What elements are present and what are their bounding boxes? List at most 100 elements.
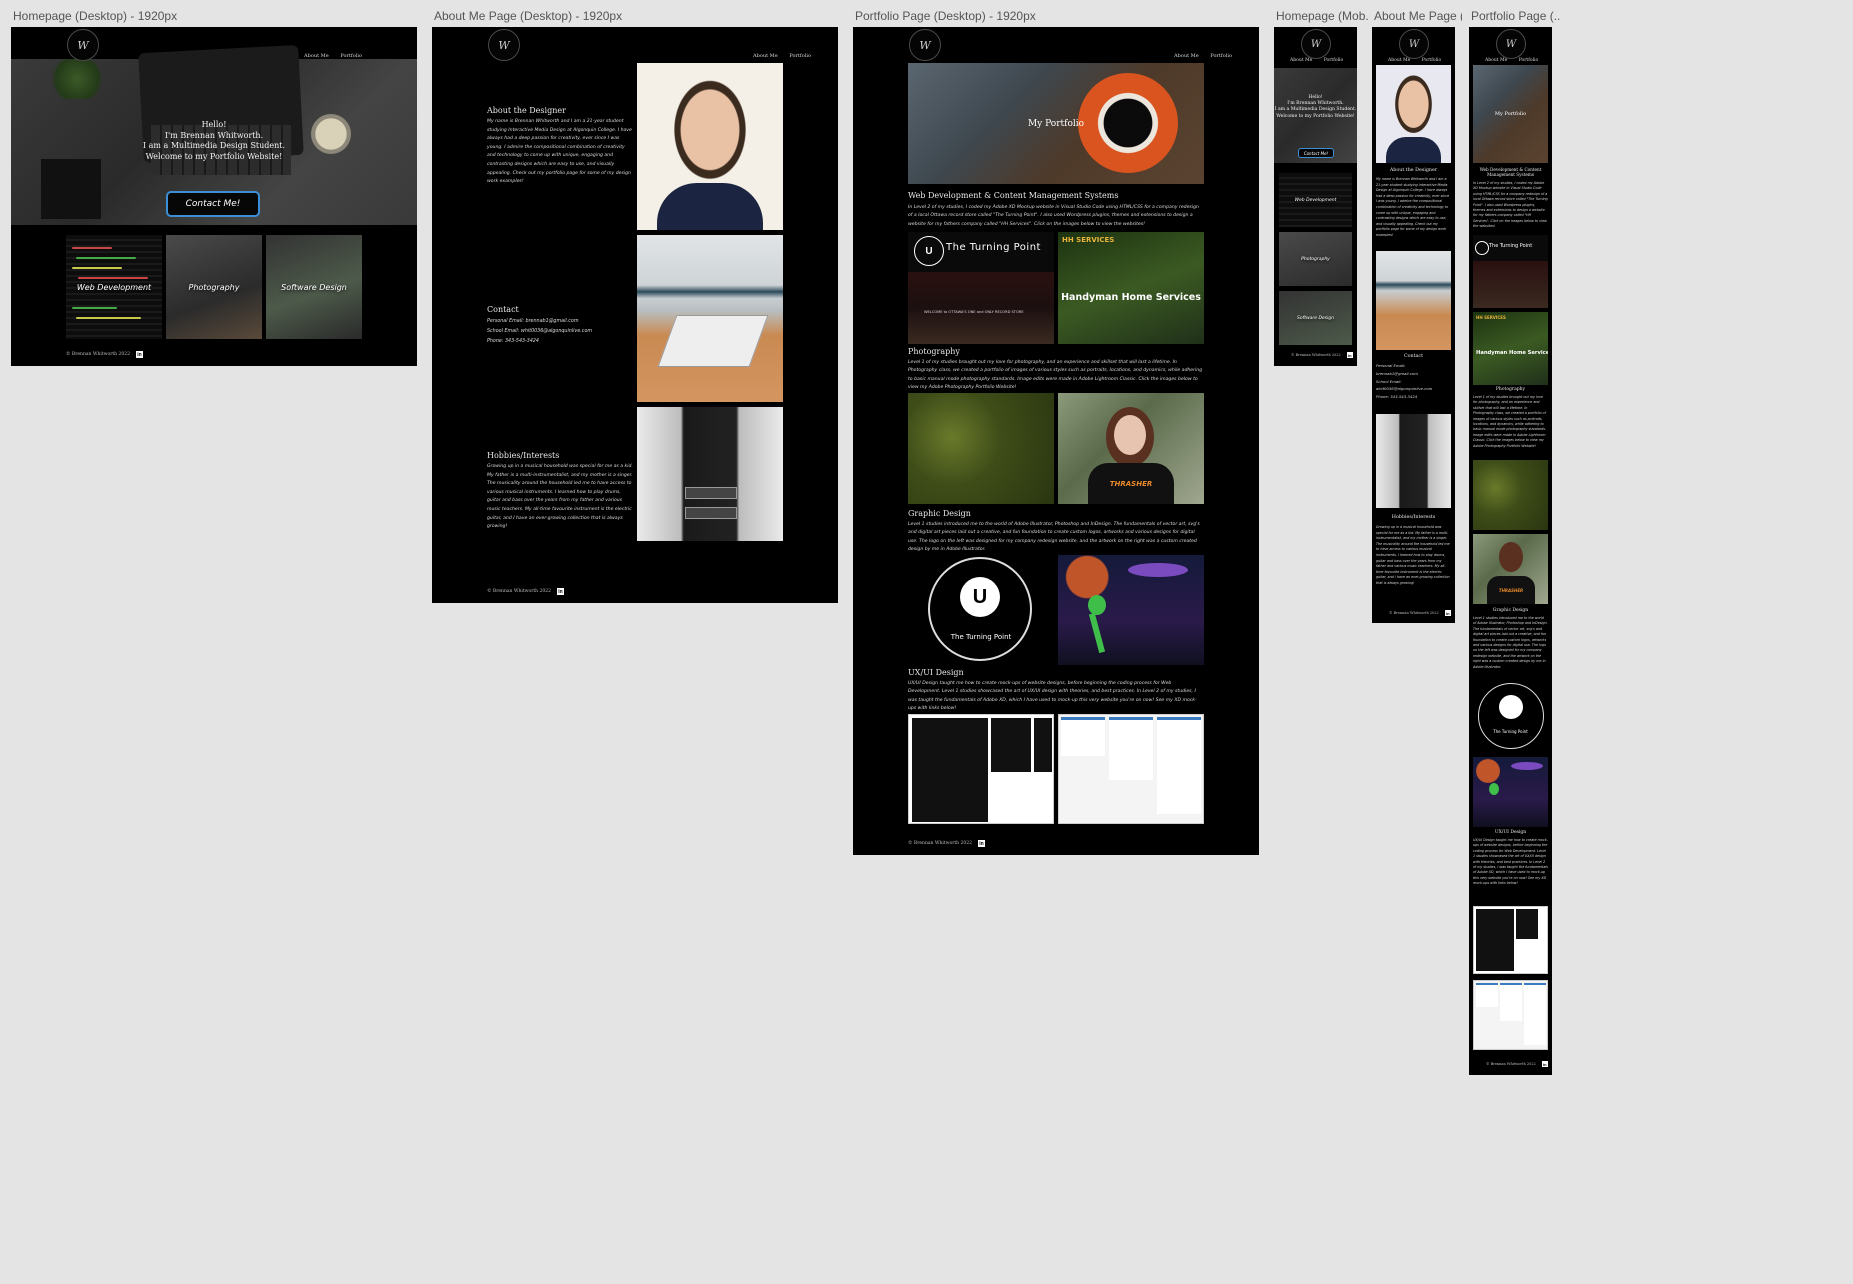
frame-label-portfolio-mobile[interactable]: Portfolio Page (... — [1471, 9, 1561, 23]
shirt-text: THRASHER — [1498, 587, 1524, 593]
turning-point-logo-artwork[interactable]: U The Turning Point — [908, 555, 1054, 665]
foliage-photo[interactable] — [1473, 460, 1548, 530]
notebook-image — [41, 159, 101, 219]
footer-copyright: © Brennan Whitworth 2022 — [1486, 1062, 1536, 1066]
contact-info: Personal Email: brennab1@gmail.com Schoo… — [1376, 362, 1454, 401]
about-mobile-frame: W About Me Portfolio About the Designer … — [1372, 27, 1455, 623]
frame-label-about-mobile[interactable]: About Me Page (... — [1374, 9, 1462, 23]
tile-label: Software Design — [281, 282, 347, 292]
contact-email-personal[interactable]: brennab1@gmail.com — [1376, 370, 1454, 378]
photography-text: Level 1 of my studies brought out my lov… — [1473, 395, 1547, 448]
nav-about[interactable]: About Me — [753, 53, 778, 59]
tile-label: Photography — [1301, 256, 1330, 262]
nav-about[interactable]: About Me — [1174, 53, 1199, 59]
xd-wireframes-thumbnail[interactable] — [1058, 714, 1204, 824]
footer: © Brennan Whitworth 2022 in — [1486, 1061, 1548, 1067]
hero-line: Hello! — [201, 120, 227, 129]
portrait-photo — [1376, 65, 1451, 163]
contact-email-personal[interactable]: Personal Email: brennab1@gmail.com — [487, 317, 633, 327]
nav-portfolio[interactable]: Portfolio — [1422, 58, 1441, 63]
nav-portfolio[interactable]: Portfolio — [789, 53, 811, 59]
photography-text: Level 1 of my studies brought out my lov… — [908, 360, 1203, 391]
portfolio-desktop-frame: W About Me Portfolio My Portfolio Web De… — [853, 27, 1259, 855]
hobbies-heading: Hobbies/Interests — [487, 451, 560, 460]
tile-web-development[interactable]: Web Development — [1279, 173, 1352, 227]
about-designer-heading: About the Designer — [1389, 168, 1438, 173]
logo-icon[interactable]: W — [1496, 29, 1526, 59]
shirt-text: THRASHER — [1109, 480, 1153, 488]
xd-desktop-mockups-thumbnail[interactable] — [1473, 906, 1548, 974]
turning-point-site-thumbnail[interactable]: U The Turning Point WELCOME to OTTAWA'S … — [908, 232, 1054, 344]
nav-portfolio[interactable]: Portfolio — [1519, 58, 1538, 63]
tile-software-design[interactable]: Software Design — [266, 235, 362, 339]
footer-copyright: © Brennan Whitworth 2022 — [66, 352, 130, 357]
hh-badge: HH SERVICES — [1062, 236, 1115, 244]
nav-about[interactable]: About Me — [1290, 58, 1312, 63]
hero-text: Hello! I'm Brennan Whitworth. I am a Mul… — [11, 120, 417, 162]
frame-label-portfolio-desktop[interactable]: Portfolio Page (Desktop) - 1920px — [855, 9, 1255, 23]
web-dev-heading: Web Development & Content Management Sys… — [1479, 167, 1542, 178]
hh-services-site-thumbnail[interactable]: HH SERVICES Handyman Home Services — [1058, 232, 1204, 344]
linkedin-icon[interactable]: in — [1444, 610, 1451, 616]
top-nav: About Me Portfolio — [1475, 58, 1538, 63]
frame-label-homepage-desktop[interactable]: Homepage (Desktop) - 1920px — [13, 9, 413, 23]
portrait-thrasher-photo[interactable]: THRASHER — [1058, 393, 1204, 504]
contact-phone: Phone: 343-543-3424 — [487, 339, 539, 344]
linkedin-icon[interactable]: in — [1541, 1061, 1548, 1067]
portfolio-hero-title: My Portfolio — [1494, 111, 1527, 117]
logo-icon[interactable]: W — [909, 29, 941, 61]
nav-about[interactable]: About Me — [304, 53, 329, 59]
contact-label: School Email: — [1376, 378, 1402, 384]
frame-label-homepage-mobile[interactable]: Homepage (Mob... — [1276, 9, 1368, 23]
graphic-design-text: Level 1 studies introduced me to the wor… — [908, 522, 1200, 553]
about-desktop-frame: W About Me Portfolio About the Designer … — [432, 27, 838, 603]
portfolio-hero-image: My Portfolio — [1473, 65, 1548, 163]
contact-me-button[interactable]: Contact Me! — [1298, 148, 1334, 158]
xd-wireframes-thumbnail[interactable] — [1473, 980, 1548, 1050]
logo-icon[interactable]: W — [1301, 29, 1331, 59]
nav-portfolio[interactable]: Portfolio — [1324, 58, 1343, 63]
turning-point-site-thumbnail[interactable]: The Turning Point — [1473, 235, 1548, 308]
xd-desktop-mockups-thumbnail[interactable] — [908, 714, 1054, 824]
contact-me-button[interactable]: Contact Me! — [166, 191, 260, 217]
tile-software-design[interactable]: Software Design — [1279, 291, 1352, 345]
tile-photography[interactable]: Photography — [1279, 232, 1352, 286]
hh-services-site-thumbnail[interactable]: HH SERVICES Handyman Home Services — [1473, 312, 1548, 385]
top-nav: About Me Portfolio — [1164, 53, 1232, 59]
desk-photo — [1376, 251, 1451, 350]
graphic-design-text: Level 1 studies introduced me to the wor… — [1473, 616, 1548, 669]
foliage-photo[interactable] — [908, 393, 1054, 504]
tile-web-development[interactable]: Web Development — [66, 235, 162, 339]
alien-artwork[interactable] — [1473, 757, 1548, 827]
desk-photo — [637, 235, 783, 402]
web-dev-heading: Web Development & Content Management Sys… — [908, 191, 1119, 200]
linkedin-icon[interactable]: in — [1346, 352, 1353, 358]
linkedin-icon[interactable]: in — [556, 588, 564, 595]
linkedin-icon[interactable]: in — [135, 351, 143, 358]
contact-phone: Phone: 343-543-3424 — [1376, 394, 1418, 400]
contact-email-school[interactable]: whit0036@algonquinlive.com — [1376, 385, 1454, 393]
linkedin-icon[interactable]: in — [977, 840, 985, 847]
nav-portfolio[interactable]: Portfolio — [340, 53, 362, 59]
contact-email-school[interactable]: School Email: whit0036@algonquinlive.com — [487, 327, 633, 337]
contact-heading: Contact — [487, 305, 519, 314]
homepage-mobile-frame: W About Me Portfolio Hello! I'm Brennan … — [1274, 27, 1357, 366]
hero-line: I am a Multimedia Design Student. — [1274, 107, 1357, 113]
nav-portfolio[interactable]: Portfolio — [1210, 53, 1232, 59]
portrait-thrasher-photo[interactable]: THRASHER — [1473, 534, 1548, 604]
logo-icon[interactable]: W — [67, 29, 99, 61]
tile-photography[interactable]: Photography — [166, 235, 262, 339]
portfolio-hero-title: My Portfolio — [1027, 118, 1085, 129]
frame-label-about-desktop[interactable]: About Me Page (Desktop) - 1920px — [434, 9, 834, 23]
photography-heading: Photography — [908, 347, 960, 356]
tile-label: Photography — [188, 282, 240, 292]
nav-about[interactable]: About Me — [1485, 58, 1507, 63]
logo-icon[interactable]: W — [488, 29, 520, 61]
hh-badge: HH SERVICES — [1476, 315, 1506, 320]
logo-icon[interactable]: W — [1399, 29, 1429, 59]
footer-copyright: © Brennan Whitworth 2022 — [908, 841, 972, 846]
hero-line: Welcome to my Portfolio Website! — [1276, 113, 1355, 119]
turning-point-logo-artwork[interactable]: The Turning Point — [1473, 681, 1548, 753]
nav-about[interactable]: About Me — [1388, 58, 1410, 63]
alien-artwork[interactable] — [1058, 555, 1204, 665]
